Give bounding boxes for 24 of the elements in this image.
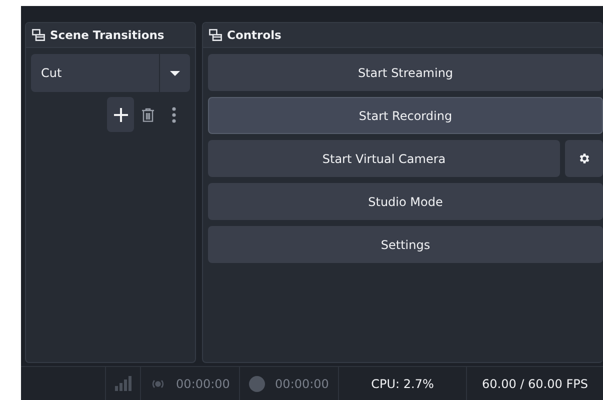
broadcast-icon	[150, 378, 166, 390]
more-icon[interactable]	[172, 106, 176, 122]
record-time: 00:00:00	[275, 376, 329, 390]
add-button[interactable]	[107, 97, 134, 132]
plus-icon	[114, 108, 128, 122]
trash-icon[interactable]	[142, 108, 154, 122]
dock-title: Scene Transitions	[50, 28, 164, 42]
settings-icon	[578, 152, 590, 165]
transition-dropdown[interactable]: Cut	[31, 54, 190, 92]
control-button[interactable]: Start Recording	[208, 97, 603, 134]
cpu-usage: CPU: 2.7%	[371, 376, 434, 390]
control-button[interactable]: Start Streaming	[208, 54, 603, 91]
caret-icon	[170, 70, 180, 76]
control-button[interactable]: Studio Mode	[208, 183, 603, 220]
settings-button[interactable]	[565, 140, 603, 177]
control-button[interactable]: Start Virtual Camera	[208, 140, 560, 177]
signal-icon	[114, 376, 132, 391]
record-icon	[249, 376, 266, 392]
fps-reading: 60.00 / 60.00 FPS	[482, 376, 588, 390]
dock-icon	[32, 29, 45, 41]
control-button[interactable]: Settings	[208, 226, 603, 263]
stream-time: 00:00:00	[176, 376, 230, 390]
dock-icon	[209, 29, 222, 41]
dock-title: Controls	[227, 28, 282, 42]
